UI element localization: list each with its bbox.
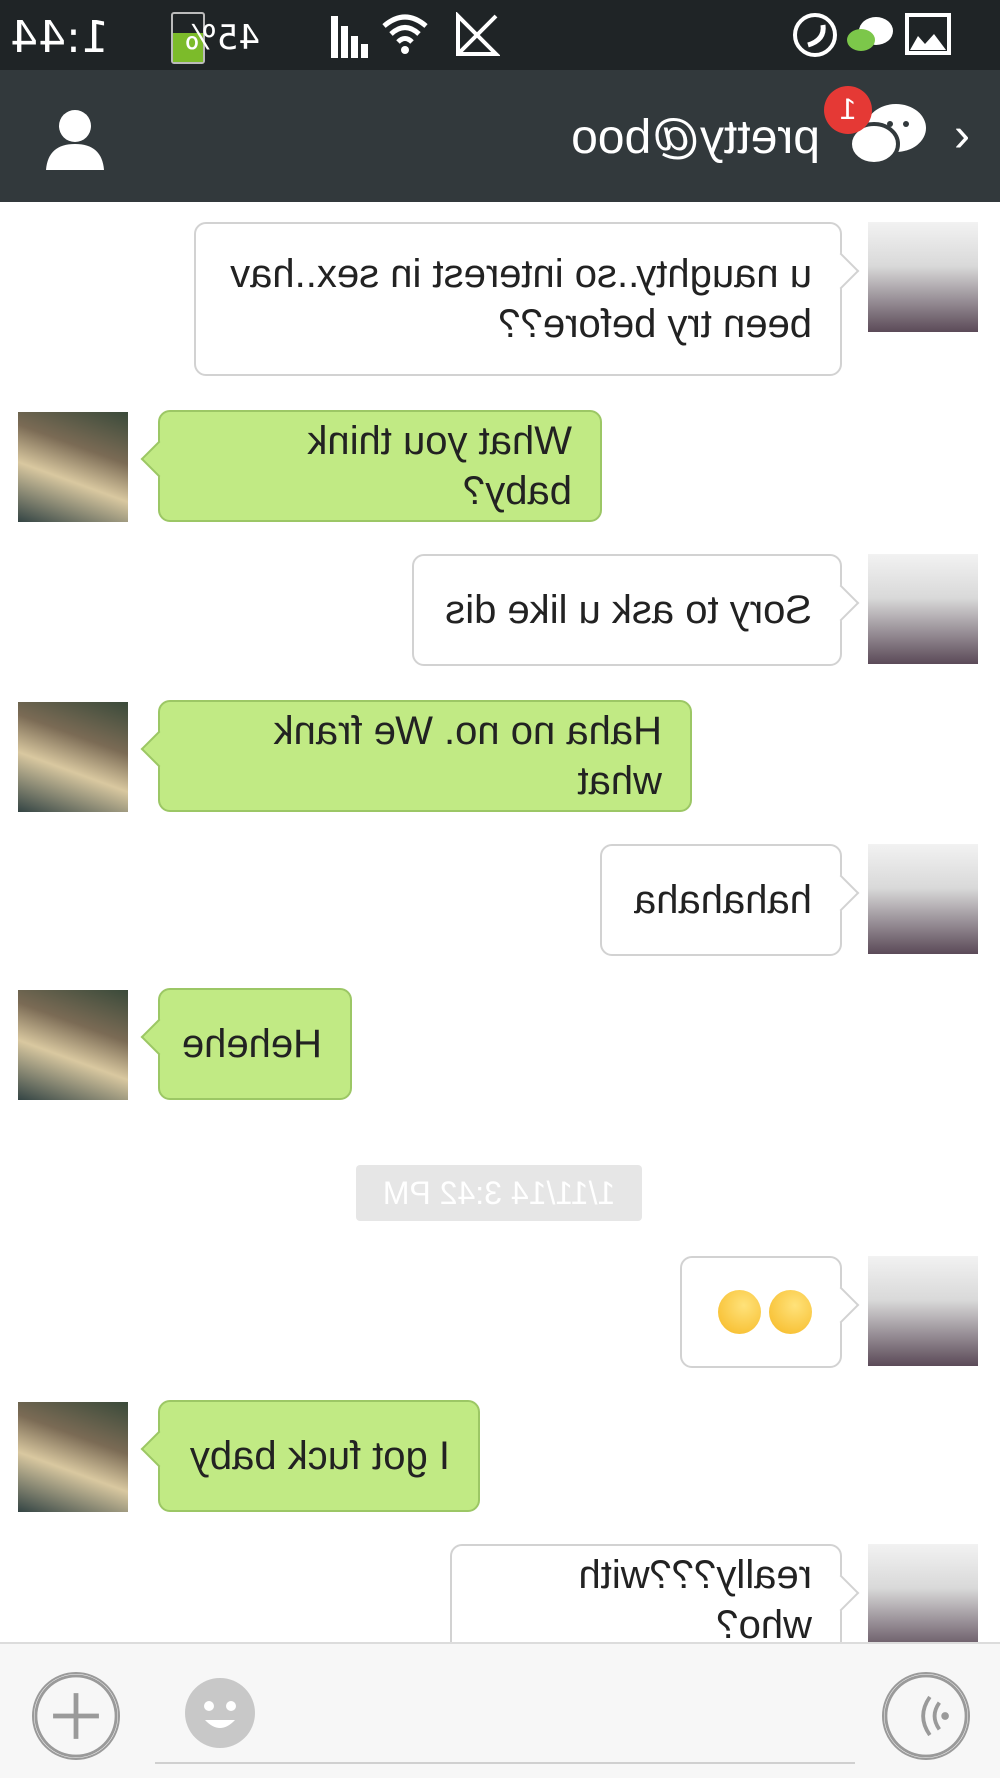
unread-badge: 1 xyxy=(824,86,872,134)
my-avatar[interactable] xyxy=(868,1544,978,1654)
wifi-icon xyxy=(382,14,428,54)
message-text: u naughty..so interest in sex..hav been … xyxy=(230,252,812,346)
message-bubble[interactable] xyxy=(680,1256,842,1368)
my-avatar[interactable] xyxy=(868,1256,978,1366)
message-text: hahahaha xyxy=(634,878,812,922)
message-bubble[interactable]: hahahaha xyxy=(600,844,842,956)
voice-icon[interactable] xyxy=(882,1672,970,1760)
date-separator: 1/11/14 3:42 PM xyxy=(356,1165,642,1221)
message-bubble[interactable]: Sory to ask u like dis xyxy=(412,554,842,666)
message-bubble[interactable]: u naughty..so interest in sex..hav been … xyxy=(194,222,842,376)
message-text: What you think baby? xyxy=(307,419,572,513)
contact-avatar[interactable] xyxy=(18,990,128,1100)
chat-screen: 1:44 PM 45% ‹ xyxy=(0,0,1000,1778)
my-avatar[interactable] xyxy=(868,222,978,332)
message-text: Sory to ask u like dis xyxy=(445,588,812,632)
contact-avatar[interactable] xyxy=(18,1402,128,1512)
battery-percent: 45% xyxy=(184,18,260,58)
smile-emoji-icon xyxy=(718,1290,761,1334)
message-text: Haha no no. We frank what xyxy=(273,709,662,803)
plus-icon[interactable] xyxy=(32,1672,120,1760)
my-avatar[interactable] xyxy=(868,844,978,954)
message-bubble[interactable]: really???with who? xyxy=(450,1544,842,1656)
back-button[interactable]: ‹ xyxy=(954,109,970,162)
message-input[interactable] xyxy=(155,1680,855,1764)
emoji-icon[interactable] xyxy=(185,1678,255,1748)
smile-emoji-icon xyxy=(769,1290,812,1334)
message-text: Hehehe xyxy=(181,1022,322,1066)
chat-title: pretty@boo xyxy=(571,111,820,164)
gallery-icon xyxy=(905,13,951,55)
message-bubble[interactable]: Haha no no. We frank what xyxy=(158,700,692,812)
signal-icon xyxy=(331,16,368,58)
chat-header: ‹ 1 pretty@boo xyxy=(0,70,1000,202)
contact-avatar[interactable] xyxy=(18,702,128,812)
status-bar: 1:44 PM 45% xyxy=(0,0,1000,114)
no-sim-icon xyxy=(456,12,500,56)
input-bar xyxy=(0,1642,1000,1778)
my-avatar[interactable] xyxy=(868,554,978,664)
message-text: really???with who? xyxy=(578,1553,812,1647)
message-bubble[interactable]: Hehehe xyxy=(158,988,352,1100)
profile-icon[interactable] xyxy=(40,104,110,174)
phone-icon xyxy=(793,13,837,57)
message-text: I got fuck baby xyxy=(189,1434,450,1478)
message-bubble[interactable]: I got fuck baby xyxy=(158,1400,480,1512)
message-bubble[interactable]: What you think baby? xyxy=(158,410,602,522)
wechat-icon xyxy=(847,17,893,51)
contact-avatar[interactable] xyxy=(18,412,128,522)
